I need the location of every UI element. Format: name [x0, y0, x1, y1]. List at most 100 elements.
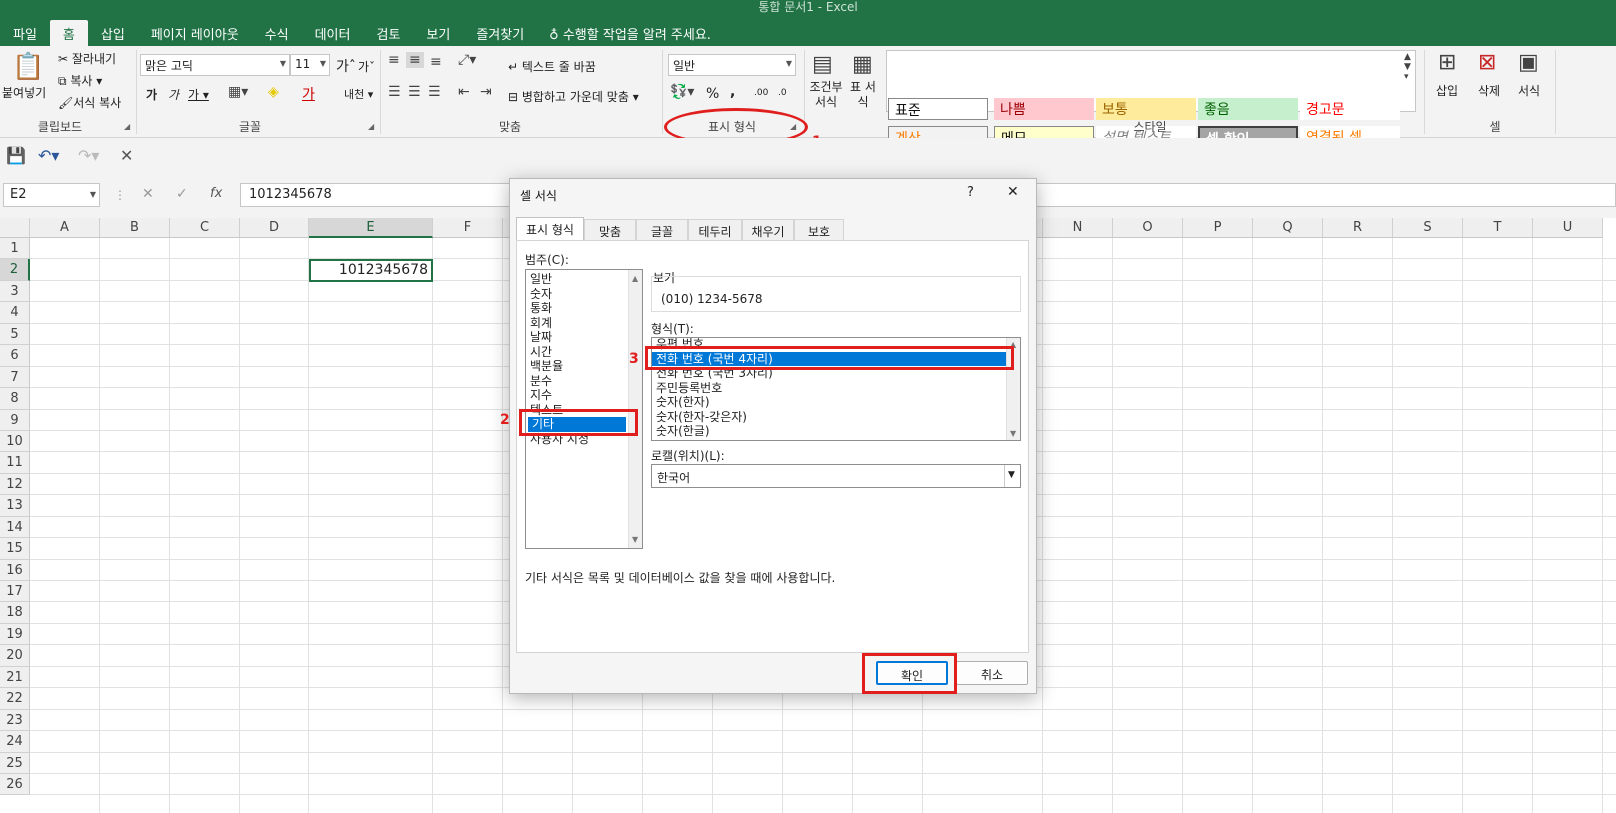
cell-style-0[interactable]: 표준 [888, 98, 988, 120]
scroll-up-icon[interactable]: ▲ [632, 274, 638, 283]
column-header-p[interactable]: P [1183, 218, 1253, 238]
row-header-7[interactable]: 7 [0, 366, 30, 389]
insert-cells-button[interactable]: 삽입 [1436, 82, 1458, 99]
type-item[interactable]: 주민등록번호 [652, 381, 1020, 396]
dialog-tab-protection[interactable]: 보호 [794, 219, 844, 241]
tab-file[interactable]: 파일 [0, 20, 50, 46]
locale-select[interactable]: 한국어 ▼ [651, 464, 1021, 488]
tab-review[interactable]: 검토 [363, 20, 413, 46]
category-item[interactable]: 지수 [526, 388, 642, 403]
dialog-tab-number[interactable]: 표시 형식 [516, 217, 584, 241]
redo-icon[interactable]: ↷▾ [78, 146, 99, 165]
help-button[interactable]: ? [967, 185, 974, 200]
row-header-13[interactable]: 13 [0, 495, 30, 517]
row-header-20[interactable]: 20 [0, 645, 30, 667]
conditional-format-button[interactable]: 조건부 서식 [808, 80, 844, 110]
dialog-tab-fill[interactable]: 채우기 [742, 219, 794, 241]
row-header-3[interactable]: 3 [0, 280, 30, 303]
column-header-e[interactable]: E [309, 218, 433, 238]
decrease-indent-icon[interactable]: ⇤ [458, 84, 470, 100]
row-header-8[interactable]: 8 [0, 388, 30, 410]
row-header-10[interactable]: 10 [0, 430, 30, 453]
column-header-a[interactable]: A [30, 218, 100, 238]
column-header-q[interactable]: Q [1253, 218, 1323, 238]
row-header-24[interactable]: 24 [0, 731, 30, 753]
row-header-4[interactable]: 4 [0, 302, 30, 324]
column-header-s[interactable]: S [1393, 218, 1463, 238]
column-header-b[interactable]: B [100, 218, 170, 238]
row-header-12[interactable]: 12 [0, 473, 30, 496]
confirm-entry-icon[interactable]: ✓ [176, 186, 188, 202]
column-header-c[interactable]: C [170, 218, 240, 238]
cancel-entry-icon[interactable]: ✕ [142, 186, 154, 202]
row-header-1[interactable]: 1 [0, 238, 30, 260]
scroll-down-icon[interactable]: ▼ [1010, 429, 1016, 438]
category-item[interactable]: 날짜 [526, 330, 642, 345]
dialog-tab-alignment[interactable]: 맞춤 [584, 219, 636, 241]
category-item[interactable]: 회계 [526, 316, 642, 331]
row-header-11[interactable]: 11 [0, 452, 30, 474]
dialog-tab-font[interactable]: 글꼴 [636, 219, 688, 241]
increase-decimal-button[interactable]: .00 [754, 88, 768, 98]
type-item[interactable]: 숫자(한글) [652, 424, 1020, 439]
row-header-15[interactable]: 15 [0, 538, 30, 560]
delete-cells-icon[interactable]: ⊠ [1478, 50, 1496, 75]
save-icon[interactable]: 💾 [6, 146, 26, 165]
chevron-down-icon[interactable]: ▼ [1004, 465, 1020, 487]
tab-favorites[interactable]: 즐겨찾기 [463, 20, 537, 46]
category-item[interactable]: 숫자 [526, 287, 642, 302]
copy-button[interactable]: ⧉ 복사 ▾ [58, 72, 102, 89]
column-header-o[interactable]: O [1113, 218, 1183, 238]
merge-center-button[interactable]: ⊟ 병합하고 가운데 맞춤 ▾ [508, 88, 639, 105]
tab-page-layout[interactable]: 페이지 레이아웃 [138, 20, 252, 46]
row-header-2[interactable]: 2 [0, 259, 30, 281]
name-box[interactable]: E2 ▼ [3, 183, 100, 207]
cell-style-1[interactable]: 나쁨 [994, 98, 1094, 120]
borders-icon[interactable]: ▦▾ [228, 84, 248, 100]
cell-style-4[interactable]: 경고문 [1300, 98, 1400, 120]
decrease-font-icon[interactable]: 가ˇ [358, 58, 375, 75]
font-name-select[interactable]: 맑은 고딕 ▼ [140, 54, 290, 76]
close-small-icon[interactable]: ✕ [120, 146, 133, 165]
row-header-26[interactable]: 26 [0, 774, 30, 796]
cut-button[interactable]: ✂ 잘라내기 [58, 50, 116, 67]
close-dialog-button[interactable]: ✕ [1007, 184, 1019, 200]
increase-font-icon[interactable]: 가ˆ [336, 56, 356, 76]
underline-button[interactable]: 가 ▾ [188, 86, 209, 103]
column-header-r[interactable]: R [1323, 218, 1393, 238]
row-header-25[interactable]: 25 [0, 752, 30, 774]
tell-me-search[interactable]: ♁ 수행할 작업을 알려 주세요. [537, 20, 723, 46]
column-header-t[interactable]: T [1463, 218, 1533, 238]
tab-insert[interactable]: 삽입 [88, 20, 138, 46]
conditional-format-icon[interactable]: ▤ [812, 52, 833, 77]
tab-home[interactable]: 홈 [49, 20, 88, 46]
type-item[interactable]: 숫자(한자) [652, 395, 1020, 410]
active-cell-e2[interactable]: 1012345678 [309, 259, 433, 282]
category-item[interactable]: 통화 [526, 301, 642, 316]
tab-formulas[interactable]: 수식 [252, 20, 302, 46]
align-middle-icon[interactable]: ≡ [406, 52, 424, 68]
insert-function-icon[interactable]: fx [210, 186, 222, 201]
percent-button[interactable]: % [706, 86, 719, 102]
gallery-scroll-icon[interactable]: ▲ ▼ ▾ [1404, 52, 1411, 82]
row-header-18[interactable]: 18 [0, 602, 30, 624]
font-size-select[interactable]: 11 ▼ [290, 54, 330, 76]
accounting-format-icon[interactable]: 💱▾ [670, 84, 694, 100]
align-right-icon[interactable]: ☰ [428, 84, 441, 100]
cell-style-2[interactable]: 보통 [1096, 98, 1196, 120]
category-item[interactable]: 백분율 [526, 359, 642, 374]
number-format-select[interactable]: 일반 ▼ [668, 54, 796, 76]
format-cells-button[interactable]: 서식 [1518, 82, 1540, 99]
decrease-decimal-button[interactable]: .0 [778, 88, 787, 98]
category-item[interactable]: 분수 [526, 374, 642, 389]
row-header-16[interactable]: 16 [0, 559, 30, 582]
column-header-n[interactable]: N [1043, 218, 1113, 238]
align-left-icon[interactable]: ☰ [388, 84, 401, 100]
format-cells-icon[interactable]: ▣ [1518, 50, 1539, 75]
category-item[interactable]: 일반 [526, 272, 642, 287]
category-item[interactable]: 시간 [526, 345, 642, 360]
undo-icon[interactable]: ↶▾ [38, 146, 59, 165]
align-center-icon[interactable]: ☰ [408, 84, 421, 100]
delete-cells-button[interactable]: 삭제 [1478, 82, 1500, 99]
row-header-14[interactable]: 14 [0, 516, 30, 539]
